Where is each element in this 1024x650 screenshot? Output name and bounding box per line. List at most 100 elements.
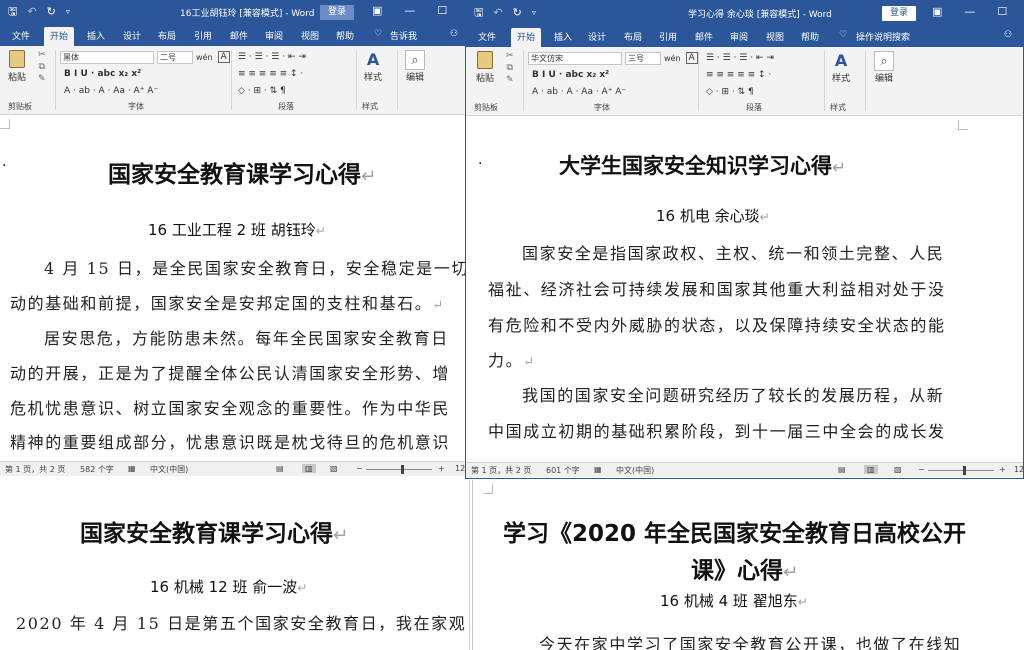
proofing-icon[interactable]: ▦: [128, 464, 136, 473]
styles-button[interactable]: A 样式: [364, 50, 382, 83]
lightbulb-icon[interactable]: ♡: [374, 29, 382, 39]
phonetic-guide-icon[interactable]: wén: [196, 53, 213, 62]
font-format-row[interactable]: B I U · abc x₂ x²: [532, 70, 609, 80]
ribbon-display-icon[interactable]: ▣: [372, 4, 382, 17]
read-mode-icon[interactable]: ▤: [276, 464, 284, 473]
document-area[interactable]: 国家安全教育课学习心得↵ 16 机械 12 班 俞一波↵ 2020 年 4 月 …: [0, 480, 469, 650]
format-painter-icon[interactable]: ✎: [38, 74, 46, 84]
redo-icon[interactable]: ↻: [513, 6, 522, 20]
tab-design[interactable]: 设计: [123, 29, 141, 42]
tab-home[interactable]: 开始: [511, 28, 542, 47]
word-count[interactable]: 601 个字: [546, 465, 580, 476]
font-format-row[interactable]: B I U · abc x₂ x²: [64, 69, 141, 79]
tab-layout[interactable]: 布局: [624, 30, 642, 43]
tab-help[interactable]: 帮助: [336, 29, 354, 42]
styles-button[interactable]: A 样式: [832, 51, 850, 84]
tab-review[interactable]: 审阅: [730, 30, 748, 43]
copy-icon[interactable]: ⧉: [39, 62, 45, 72]
language-indicator[interactable]: 中文(中国): [150, 464, 188, 475]
print-layout-icon[interactable]: ▥: [864, 465, 878, 474]
tab-view[interactable]: 视图: [301, 29, 319, 42]
language-indicator[interactable]: 中文(中国): [616, 465, 654, 476]
zoom-out-icon[interactable]: −: [918, 465, 925, 474]
list-row[interactable]: ☰ · ☰ · ☰ · ⇤ ⇥: [706, 53, 774, 63]
shading-row[interactable]: ◇ · ⊞ · ⇅ ¶: [706, 87, 754, 97]
edit-button[interactable]: ⌕ 编辑: [874, 51, 894, 84]
zoom-in-icon[interactable]: +: [999, 465, 1006, 474]
copy-icon[interactable]: ⧉: [507, 63, 513, 73]
tell-me-search[interactable]: 告诉我: [390, 29, 417, 42]
minimize-icon[interactable]: —: [964, 5, 975, 18]
shading-row[interactable]: ◇ · ⊞ · ⇅ ¶: [238, 86, 286, 96]
paste-button[interactable]: 粘贴: [8, 50, 26, 83]
ribbon-display-icon[interactable]: ▣: [932, 5, 942, 18]
format-painter-icon[interactable]: ✎: [506, 75, 514, 85]
align-row[interactable]: ≡ ≡ ≡ ≡ ≡ ↕ ·: [706, 70, 771, 80]
tab-help[interactable]: 帮助: [801, 30, 819, 43]
page-count[interactable]: 第 1 页，共 2 页: [471, 465, 531, 476]
web-layout-icon[interactable]: ▧: [330, 464, 338, 473]
edit-button[interactable]: ⌕ 编辑: [405, 50, 425, 83]
customize-qat-icon[interactable]: ▿: [66, 5, 70, 19]
list-row[interactable]: ☰ · ☰ · ☰ · ⇤ ⇥: [238, 52, 306, 62]
login-button[interactable]: 登录: [882, 6, 917, 21]
cut-icon[interactable]: ✂: [506, 51, 514, 61]
zoom-slider-thumb[interactable]: [963, 466, 966, 475]
tab-references[interactable]: 引用: [659, 30, 677, 43]
login-button[interactable]: 登录: [320, 5, 355, 20]
align-row[interactable]: ≡ ≡ ≡ ≡ ≡ ↕ ·: [238, 69, 303, 79]
zoom-level[interactable]: 12: [455, 464, 465, 473]
undo-icon[interactable]: ↶: [27, 5, 36, 19]
font-size-select[interactable]: 二号: [157, 51, 193, 64]
zoom-level[interactable]: 12: [1014, 465, 1023, 474]
char-border-icon[interactable]: A: [685, 52, 698, 64]
save-icon[interactable]: 🖫: [474, 6, 483, 20]
font-name-select[interactable]: 黑体: [60, 51, 154, 64]
zoom-slider[interactable]: [366, 469, 432, 470]
customize-qat-icon[interactable]: ▿: [532, 6, 536, 20]
undo-icon[interactable]: ↶: [493, 6, 502, 20]
lightbulb-icon[interactable]: ♡: [839, 30, 847, 40]
document-area[interactable]: · 国家安全教育课学习心得↵ 16 工业工程 2 班 胡钰玲↵ 4 月 15 日…: [0, 115, 468, 461]
zoom-out-icon[interactable]: −: [356, 464, 363, 473]
tab-mailings[interactable]: 邮件: [230, 29, 248, 42]
zoom-slider-thumb[interactable]: [401, 465, 404, 474]
tab-mailings[interactable]: 邮件: [695, 30, 713, 43]
page-count[interactable]: 第 1 页，共 2 页: [5, 464, 65, 475]
tab-file[interactable]: 文件: [12, 29, 30, 42]
word-count[interactable]: 582 个字: [80, 464, 114, 475]
zoom-in-icon[interactable]: +: [438, 464, 445, 473]
font-color-row[interactable]: A · ab · A · Aa · A⁺ A⁻: [532, 87, 626, 97]
save-icon[interactable]: 🖫: [8, 5, 17, 19]
read-mode-icon[interactable]: ▤: [838, 465, 846, 474]
print-layout-icon[interactable]: ▥: [302, 464, 316, 473]
person-icon[interactable]: ⚇: [1004, 30, 1012, 40]
paste-button[interactable]: 粘贴: [476, 51, 494, 84]
person-icon[interactable]: ⚇: [450, 29, 458, 39]
tab-insert[interactable]: 插入: [87, 29, 105, 42]
document-area[interactable]: 学习《2020 年全民国家安全教育日高校公开 课》心得↵ 16 机械 4 班 翟…: [473, 480, 1024, 650]
tab-references[interactable]: 引用: [194, 29, 212, 42]
tell-me-search[interactable]: 操作说明搜索: [856, 30, 910, 43]
tab-design[interactable]: 设计: [588, 30, 606, 43]
redo-icon[interactable]: ↻: [47, 5, 56, 19]
phonetic-guide-icon[interactable]: wén: [664, 54, 681, 63]
font-color-row[interactable]: A · ab · A · Aa · A⁺ A⁻: [64, 86, 158, 96]
minimize-icon[interactable]: —: [404, 4, 415, 17]
maximize-icon[interactable]: ☐: [437, 4, 447, 17]
maximize-icon[interactable]: ☐: [997, 5, 1007, 18]
char-border-icon[interactable]: A: [217, 51, 230, 63]
document-area[interactable]: · 大学生国家安全知识学习心得↵ 16 机电 余心琰↵ 国家安全是指国家政权、主…: [466, 116, 1023, 462]
tab-review[interactable]: 审阅: [265, 29, 283, 42]
cut-icon[interactable]: ✂: [38, 50, 46, 60]
tab-file[interactable]: 文件: [478, 30, 496, 43]
tab-view[interactable]: 视图: [766, 30, 784, 43]
tab-insert[interactable]: 插入: [554, 30, 572, 43]
web-layout-icon[interactable]: ▧: [894, 465, 902, 474]
font-size-select[interactable]: 三号: [625, 52, 661, 65]
proofing-icon[interactable]: ▦: [594, 465, 602, 474]
zoom-slider[interactable]: [928, 470, 994, 471]
font-name-select[interactable]: 华文仿宋: [528, 52, 622, 65]
tab-home[interactable]: 开始: [44, 27, 75, 46]
tab-layout[interactable]: 布局: [158, 29, 176, 42]
